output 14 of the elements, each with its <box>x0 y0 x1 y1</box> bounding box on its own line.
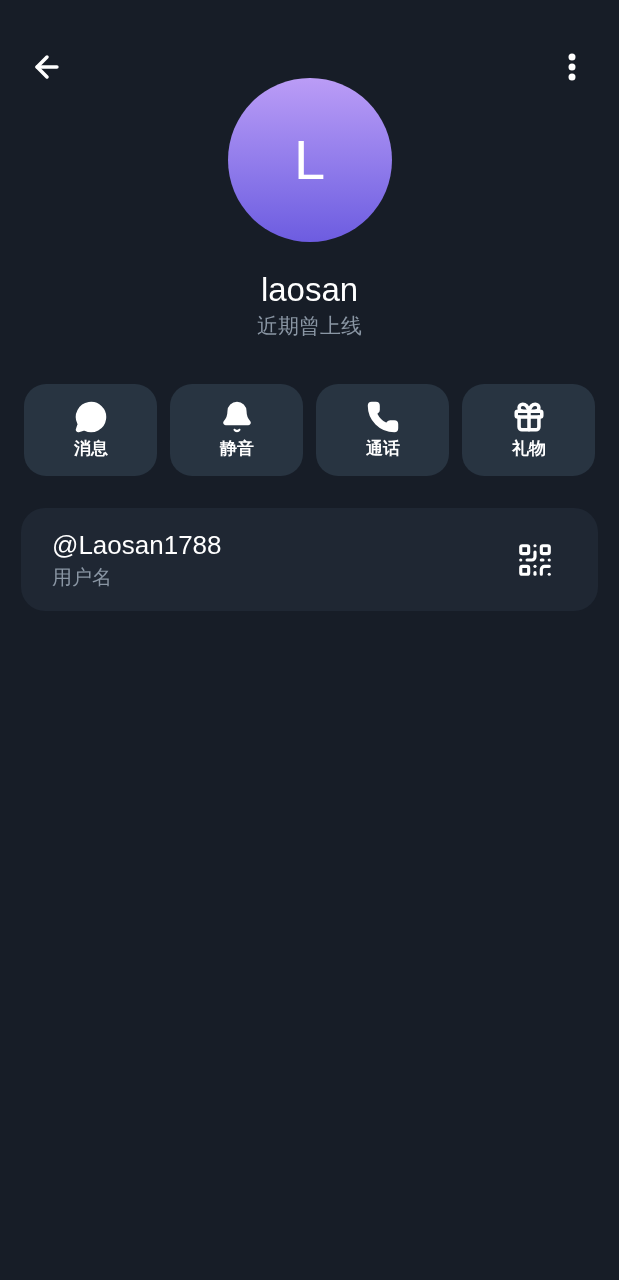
profile-name: laosan <box>260 270 359 310</box>
gift-icon <box>511 400 546 434</box>
username-label: 用户名 <box>52 564 113 590</box>
action-button[interactable]: 静音 <box>170 384 303 476</box>
more-options-icon <box>568 53 576 81</box>
username: @Laosan1788 <box>52 528 222 562</box>
action-button[interactable]: 通话 <box>316 384 449 476</box>
online-status: 近期曾上线 <box>257 313 362 339</box>
avatar: L <box>227 78 392 242</box>
action-button[interactable]: 消息 <box>24 384 157 476</box>
action-button[interactable]: 礼物 <box>462 384 595 476</box>
username-card[interactable]: @Laosan1788 用户名 <box>21 508 598 611</box>
speech-bubble-icon <box>73 400 108 434</box>
phone-icon <box>365 400 400 434</box>
